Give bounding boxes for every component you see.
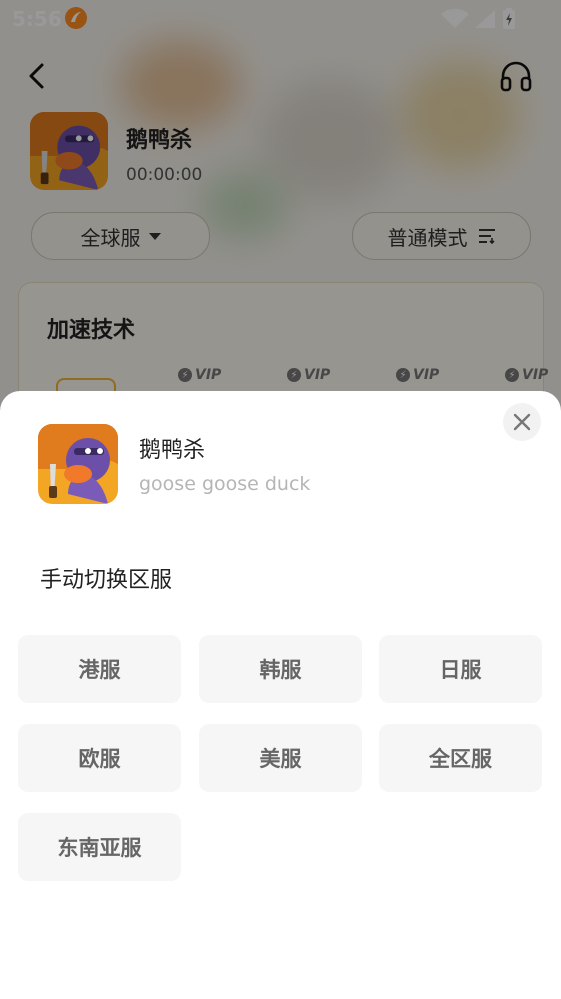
server-button-hk[interactable]: 港服 <box>18 635 181 703</box>
game-logo <box>38 424 118 504</box>
server-button-all[interactable]: 全区服 <box>379 724 542 792</box>
server-button-kr[interactable]: 韩服 <box>199 635 362 703</box>
server-button-eu[interactable]: 欧服 <box>18 724 181 792</box>
close-icon <box>513 413 531 431</box>
server-button-sea[interactable]: 东南亚服 <box>18 813 181 881</box>
server-button-us[interactable]: 美服 <box>199 724 362 792</box>
sheet-game-subtitle: goose goose duck <box>139 473 311 495</box>
server-button-jp[interactable]: 日服 <box>379 635 542 703</box>
section-title: 手动切换区服 <box>40 568 173 593</box>
sheet-game-title: 鹅鸭杀 <box>139 438 206 463</box>
close-button[interactable] <box>503 403 541 441</box>
